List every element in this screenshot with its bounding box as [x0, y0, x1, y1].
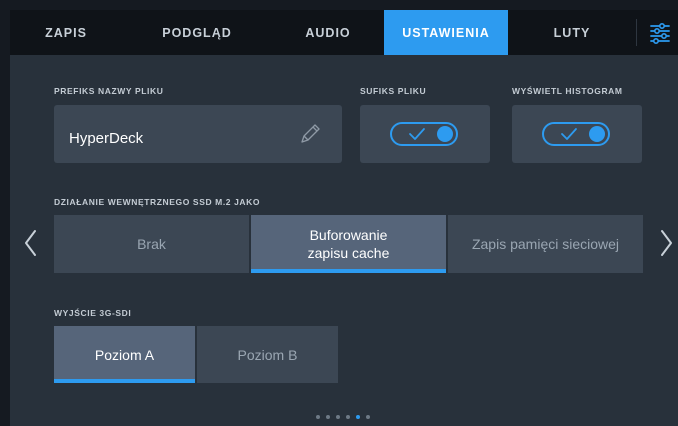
tab-settings[interactable]: USTAWIENIA	[384, 10, 508, 55]
filename-prefix-label: PREFIKS NAZWY PLIKU	[54, 86, 164, 96]
histogram-label: WYŚWIETL HISTOGRAM	[512, 86, 623, 96]
checkmark-icon	[408, 127, 426, 141]
file-suffix-card	[360, 105, 490, 163]
ssd-option-network-label: Zapis pamięci sieciowej	[471, 236, 620, 252]
tab-luts[interactable]: LUTY	[508, 10, 636, 55]
page-dot-current[interactable]	[356, 415, 360, 419]
tab-audio-label: AUDIO	[305, 25, 351, 40]
ssd-option-cache-label: Buforowanie zapisu cache	[307, 227, 390, 261]
sdi-option-level-b[interactable]: Poziom B	[197, 326, 338, 383]
settings-screen: ZAPIS PODGLĄD AUDIO USTAWIENIA LUTY PREF…	[10, 10, 678, 426]
filename-prefix-value: HyperDeck	[69, 130, 144, 147]
tab-luts-label: LUTY	[553, 25, 591, 40]
tab-monitor[interactable]: PODGLĄD	[122, 10, 272, 55]
toggle-knob	[589, 126, 605, 142]
tab-record-label: ZAPIS	[45, 25, 87, 40]
sdi-option-level-a-label: Poziom A	[94, 346, 155, 363]
page-dot[interactable]	[326, 415, 330, 419]
ssd-mode-label: DZIAŁANIE WEWNĘTRZNEGO SSD M.2 JAKO	[54, 197, 261, 207]
settings-sliders-icon[interactable]	[646, 19, 674, 47]
ssd-option-none[interactable]: Brak	[54, 215, 249, 273]
checkmark-icon	[560, 127, 578, 141]
histogram-toggle[interactable]	[542, 122, 610, 146]
chevron-left-icon[interactable]	[22, 228, 40, 258]
ssd-option-cache[interactable]: Buforowanie zapisu cache	[251, 215, 446, 273]
tab-bar: ZAPIS PODGLĄD AUDIO USTAWIENIA LUTY	[10, 10, 678, 55]
pencil-icon[interactable]	[298, 122, 322, 146]
tab-record[interactable]: ZAPIS	[10, 10, 122, 55]
histogram-card	[512, 105, 642, 163]
page-indicator	[316, 415, 370, 421]
page-dot[interactable]	[366, 415, 370, 419]
filename-prefix-field[interactable]: HyperDeck	[54, 105, 342, 163]
tab-divider	[636, 19, 637, 46]
tab-settings-label: USTAWIENIA	[402, 25, 490, 40]
file-suffix-label: SUFIKS PLIKU	[360, 86, 427, 96]
toggle-knob	[437, 126, 453, 142]
page-dot[interactable]	[316, 415, 320, 419]
page-dot[interactable]	[336, 415, 340, 419]
file-suffix-toggle[interactable]	[390, 122, 458, 146]
ssd-option-none-label: Brak	[137, 236, 166, 252]
sdi-option-level-b-label: Poziom B	[237, 346, 298, 363]
tab-monitor-label: PODGLĄD	[162, 25, 232, 40]
tab-audio[interactable]: AUDIO	[272, 10, 384, 55]
sdi-output-label: WYJŚCIE 3G-SDI	[54, 308, 132, 318]
chevron-right-icon[interactable]	[657, 228, 675, 258]
sdi-option-level-a[interactable]: Poziom A	[54, 326, 195, 383]
ssd-option-network[interactable]: Zapis pamięci sieciowej	[448, 215, 643, 273]
page-dot[interactable]	[346, 415, 350, 419]
